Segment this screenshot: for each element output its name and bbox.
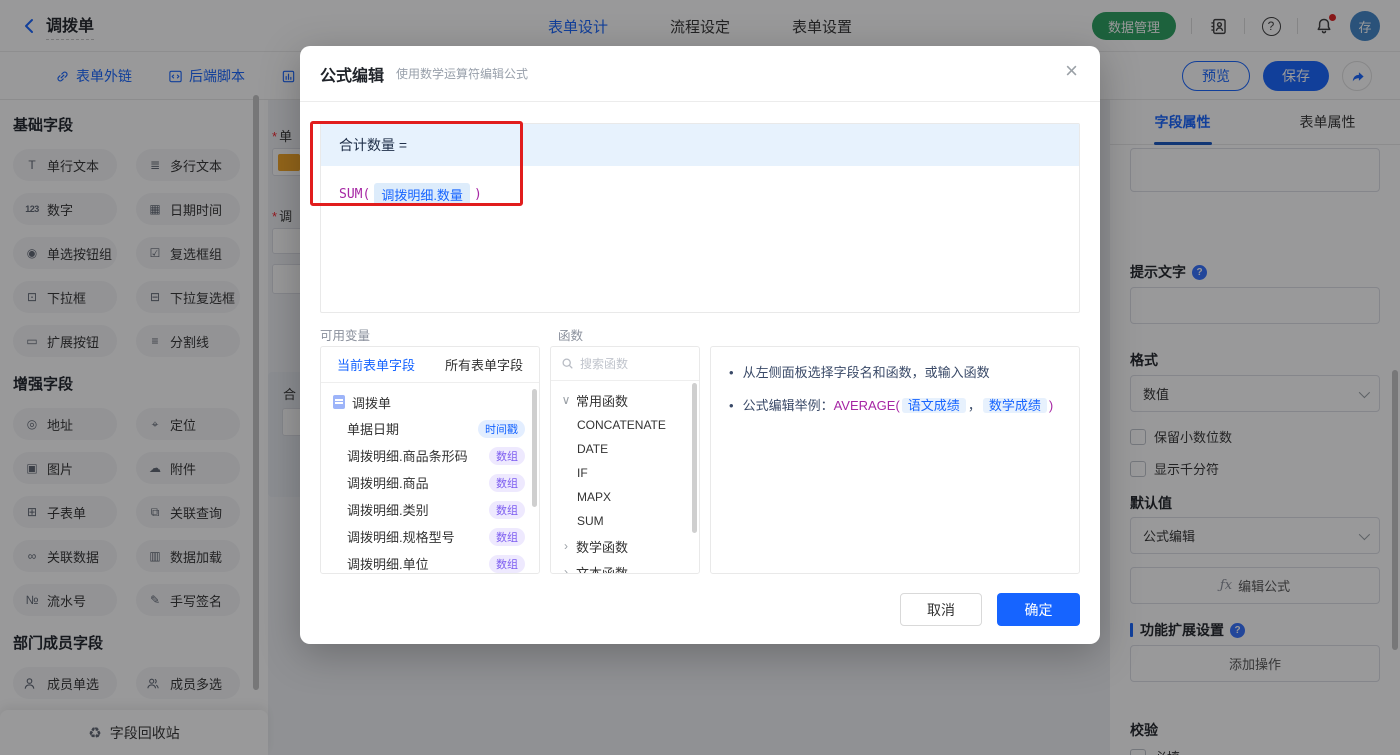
- tree-root-form[interactable]: 调拨单: [321, 389, 539, 415]
- type-badge: 数组: [489, 527, 525, 546]
- tip-prefix: 公式编辑举例：: [742, 398, 834, 413]
- function-search-input[interactable]: [580, 356, 675, 371]
- variables-scrollbar[interactable]: [532, 389, 537, 507]
- functions-label: 函数: [558, 329, 584, 343]
- formula-target-bar: 合计数量 =: [321, 124, 1079, 166]
- field-chip[interactable]: 调拨明细.数量: [374, 183, 470, 206]
- formula-target: 合计数量 =: [339, 137, 408, 153]
- document-icon: [333, 395, 345, 409]
- tab-current-form-fields[interactable]: 当前表单字段: [337, 355, 415, 374]
- type-badge: 数组: [489, 500, 525, 519]
- search-icon: [561, 357, 574, 370]
- variable-name: 调拨明细.规格型号: [347, 530, 455, 545]
- tips-panel: • 从左侧面板选择字段名和函数，或输入函数 • 公式编辑举例：AVERAGE(语…: [710, 346, 1080, 574]
- group-label: 数学函数: [576, 539, 629, 555]
- tip-line-1: • 从左侧面板选择字段名和函数，或输入函数: [729, 363, 1061, 383]
- function-group-text[interactable]: › 文本函数: [551, 559, 699, 574]
- function-item-mapx[interactable]: MAPX: [551, 485, 699, 509]
- tip-example: 公式编辑举例：AVERAGE(语文成绩，数学成绩): [742, 396, 1054, 416]
- example-chip: 语文成绩: [901, 398, 966, 413]
- variable-row[interactable]: 调拨明细.商品条形码 数组: [321, 442, 539, 469]
- variable-name: 单据日期: [347, 422, 400, 437]
- tip-text: 从左侧面板选择字段名和函数，或输入函数: [742, 365, 990, 380]
- variable-name: 调拨明细.单位: [347, 557, 429, 572]
- comma: ，: [967, 398, 981, 413]
- variables-label: 可用变量: [320, 329, 371, 343]
- chevron-right-icon: ›: [564, 565, 568, 574]
- variable-row[interactable]: 调拨明细.单位 数组: [321, 550, 539, 573]
- variable-row[interactable]: 调拨明细.商品 数组: [321, 469, 539, 496]
- example-function: AVERAGE(: [833, 398, 900, 413]
- function-token: SUM(: [339, 187, 371, 202]
- group-label: 文本函数: [576, 565, 629, 574]
- modal-title: 公式编辑: [320, 67, 385, 85]
- formula-expression[interactable]: SUM( 调拨明细.数量 ): [321, 166, 1079, 223]
- function-item-if[interactable]: IF: [551, 461, 699, 485]
- variable-name: 调拨明细.商品: [347, 476, 429, 491]
- modal-subtitle: 使用数学运算符编辑公式: [396, 67, 529, 81]
- paren-token: ): [473, 187, 482, 202]
- type-badge: 数组: [489, 446, 525, 465]
- function-item-date[interactable]: DATE: [551, 437, 699, 461]
- function-item-concatenate[interactable]: CONCATENATE: [551, 413, 699, 437]
- chevron-down-icon: ∨: [561, 393, 571, 407]
- app: 调拨单 表单设计 流程设定 表单设置 数据管理 ? 存 表单外链 后端脚本 预览…: [0, 0, 1400, 755]
- bullet: •: [729, 365, 734, 380]
- cancel-button[interactable]: 取消: [900, 593, 982, 626]
- tab-all-form-fields[interactable]: 所有表单字段: [445, 355, 523, 374]
- tree-root-label: 调拨单: [352, 395, 392, 411]
- close-icon[interactable]: ×: [1065, 60, 1078, 82]
- function-item-sum[interactable]: SUM: [551, 509, 699, 533]
- type-badge: 数组: [489, 473, 525, 492]
- paren-token: ): [1048, 398, 1054, 413]
- variable-row[interactable]: 调拨明细.类别 数组: [321, 496, 539, 523]
- function-group-common[interactable]: ∨ 常用函数: [551, 387, 699, 413]
- functions-panel: ∨ 常用函数 CONCATENATE DATE IF MAPX SUM › 数学…: [550, 346, 700, 574]
- formula-editor[interactable]: 合计数量 = SUM( 调拨明细.数量 ): [320, 123, 1080, 313]
- type-badge: 数组: [489, 554, 525, 573]
- type-badge: 时间戳: [478, 419, 525, 438]
- chevron-right-icon: ›: [564, 539, 568, 553]
- formula-edit-modal: 公式编辑 使用数学运算符编辑公式 × 合计数量 = SUM( 调拨明细.数量 )…: [300, 46, 1100, 644]
- group-label: 常用函数: [576, 393, 629, 409]
- variable-name: 调拨明细.类别: [347, 503, 429, 518]
- functions-scrollbar[interactable]: [692, 383, 697, 533]
- function-group-math[interactable]: › 数学函数: [551, 533, 699, 559]
- variable-row[interactable]: 单据日期 时间戳: [321, 415, 539, 442]
- tip-line-2: • 公式编辑举例：AVERAGE(语文成绩，数学成绩): [729, 396, 1061, 416]
- variable-name: 调拨明细.商品条形码: [347, 449, 468, 464]
- variable-row[interactable]: 调拨明细.规格型号 数组: [321, 523, 539, 550]
- example-chip: 数学成绩: [982, 398, 1047, 413]
- variables-panel: 当前表单字段 所有表单字段 调拨单 单据日期 时间戳 调拨明细.商品条形码 数组…: [320, 346, 540, 574]
- bullet: •: [729, 398, 734, 413]
- confirm-button[interactable]: 确定: [997, 593, 1080, 626]
